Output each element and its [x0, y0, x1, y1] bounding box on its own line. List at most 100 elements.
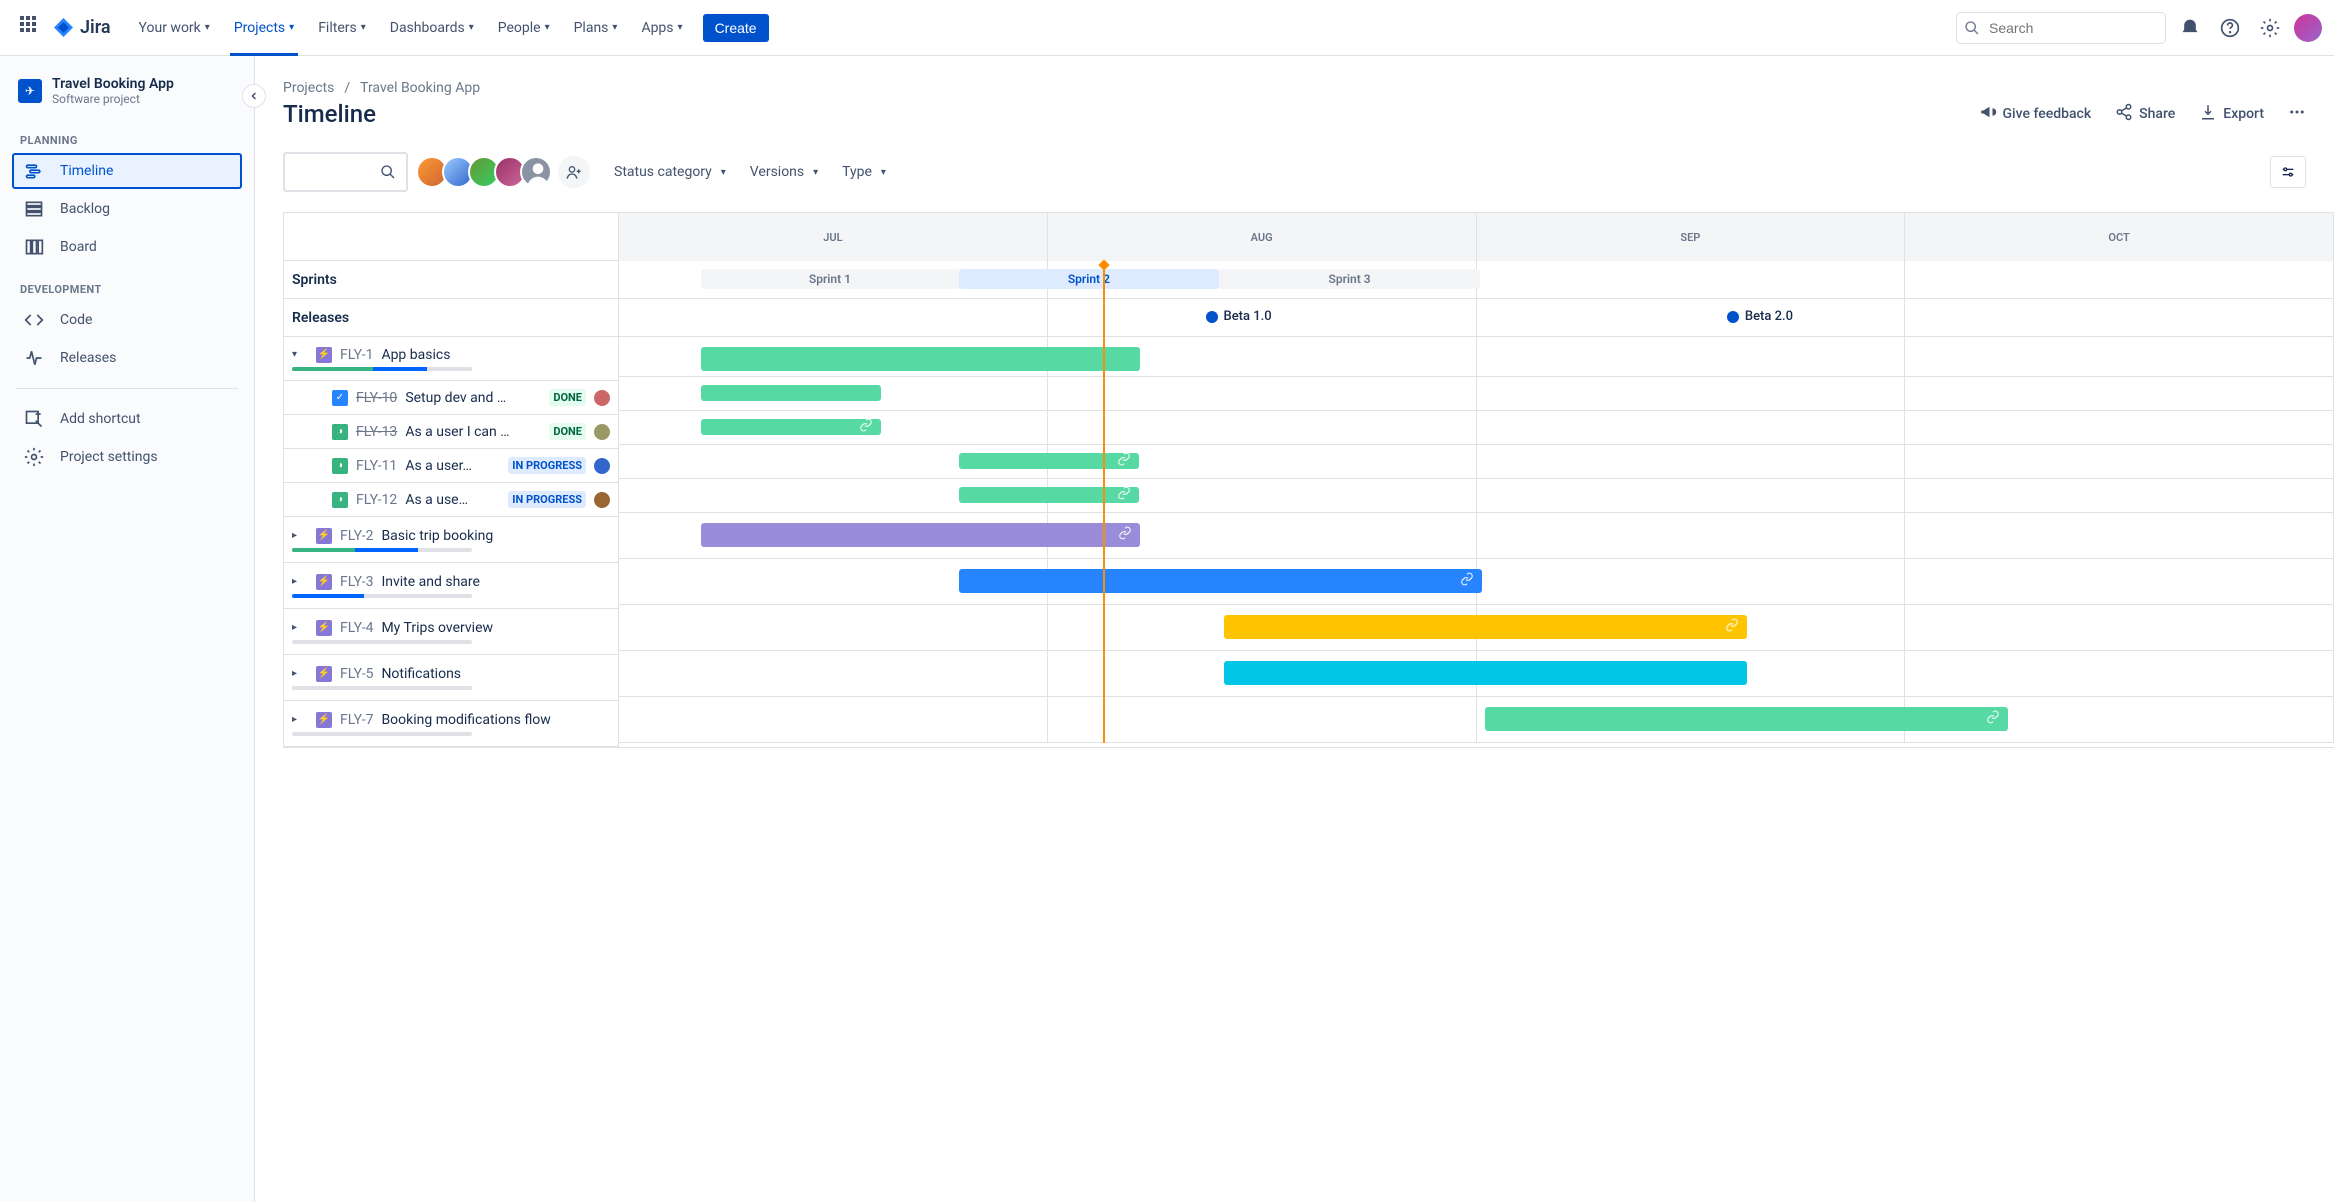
epic-row[interactable]: ▸⚡FLY-4My Trips overview [284, 609, 618, 655]
nav-projects[interactable]: Projects▾ [222, 0, 306, 56]
timeline-bar-row [619, 377, 2334, 411]
sidebar-item-releases[interactable]: Releases [12, 340, 242, 376]
release-dot-icon [1206, 311, 1218, 323]
timeline-bar[interactable] [1485, 707, 2008, 731]
release-marker[interactable]: Beta 1.0 [1206, 309, 1272, 324]
child-issue-row[interactable]: ✓FLY-10Setup dev and …DONE [284, 381, 618, 415]
child-issue-row[interactable]: ◑FLY-13As a user I can …DONE [284, 415, 618, 449]
sprint-pill[interactable]: Sprint 1 [701, 269, 958, 289]
epic-row[interactable]: ▸⚡FLY-3Invite and share [284, 563, 618, 609]
issue-key[interactable]: FLY-11 [356, 458, 397, 474]
filter-status-category[interactable]: Status category ▾ [614, 164, 726, 180]
issue-title: App basics [381, 347, 610, 363]
expand-icon[interactable]: ▸ [292, 530, 308, 541]
give-feedback-button[interactable]: Give feedback [1979, 103, 2092, 125]
avatar-unassigned[interactable] [520, 156, 552, 188]
release-marker[interactable]: Beta 2.0 [1727, 309, 1793, 324]
issue-key[interactable]: FLY-4 [340, 620, 373, 636]
timeline-bar[interactable] [959, 487, 1139, 503]
epic-row[interactable]: ▸⚡FLY-5Notifications [284, 655, 618, 701]
chevron-down-icon: ▾ [545, 22, 550, 33]
assignee-avatar[interactable] [594, 492, 610, 508]
progress-bar [292, 367, 472, 371]
issue-key[interactable]: FLY-1 [340, 347, 373, 363]
sidebar-item-board[interactable]: Board [12, 229, 242, 265]
nav-dashboards[interactable]: Dashboards▾ [378, 0, 486, 56]
sidebar-item-backlog[interactable]: Backlog [12, 191, 242, 227]
child-issue-row[interactable]: ◑FLY-12As a use…IN PROGRESS [284, 483, 618, 517]
child-issue-row[interactable]: ◑FLY-11As a user…IN PROGRESS [284, 449, 618, 483]
sprint-pill[interactable]: Sprint 3 [1219, 269, 1480, 289]
link-icon [1725, 618, 1739, 636]
more-icon [2288, 103, 2306, 125]
expand-icon[interactable]: ▸ [292, 714, 308, 725]
timeline-search[interactable] [283, 152, 408, 192]
create-button[interactable]: Create [703, 14, 769, 42]
collapse-sidebar-button[interactable] [242, 84, 266, 108]
nav-filters[interactable]: Filters▾ [306, 0, 378, 56]
sidebar-item-timeline[interactable]: Timeline [12, 153, 242, 189]
issue-key[interactable]: FLY-3 [340, 574, 373, 590]
nav-plans[interactable]: Plans▾ [562, 0, 630, 56]
search-input[interactable] [1956, 12, 2166, 44]
assignee-avatar[interactable] [594, 458, 610, 474]
month-sep: SEP [1477, 213, 1906, 261]
jira-logo[interactable]: Jira [52, 16, 111, 40]
global-search[interactable] [1956, 12, 2166, 44]
epic-row[interactable]: ▸⚡FLY-7Booking modifications flow [284, 701, 618, 747]
notifications-icon[interactable] [2174, 12, 2206, 44]
expand-icon[interactable]: ▸ [292, 622, 308, 633]
nav-apps[interactable]: Apps▾ [629, 0, 694, 56]
filter-versions[interactable]: Versions ▾ [750, 164, 818, 180]
sidebar-item-code[interactable]: Code [12, 302, 242, 338]
epic-icon: ⚡ [316, 528, 332, 544]
issue-key[interactable]: FLY-5 [340, 666, 373, 682]
assignee-avatar[interactable] [594, 424, 610, 440]
help-icon[interactable] [2214, 12, 2246, 44]
app-switcher-icon[interactable] [20, 16, 44, 40]
project-header[interactable]: ✈ Travel Booking App Software project [8, 76, 246, 118]
issue-key[interactable]: FLY-12 [356, 492, 397, 508]
timeline-bar[interactable] [701, 523, 1140, 547]
timeline-bar[interactable] [701, 347, 1140, 371]
assignee-avatars [422, 156, 552, 188]
chevron-down-icon: ▾ [469, 22, 474, 33]
issue-key[interactable]: FLY-10 [356, 390, 397, 406]
timeline-bar[interactable] [701, 419, 881, 435]
issue-key[interactable]: FLY-2 [340, 528, 373, 544]
timeline-bar-row [619, 697, 2334, 743]
breadcrumb-project[interactable]: Travel Booking App [360, 80, 480, 96]
settings-icon[interactable] [2254, 12, 2286, 44]
filter-type[interactable]: Type ▾ [842, 164, 886, 180]
epic-row[interactable]: ▾⚡FLY-1App basics [284, 337, 618, 381]
export-button[interactable]: Export [2199, 103, 2264, 125]
issue-key[interactable]: FLY-7 [340, 712, 373, 728]
sidebar-project-settings[interactable]: Project settings [12, 439, 242, 475]
more-actions-button[interactable] [2288, 103, 2306, 125]
timeline-bar[interactable] [959, 453, 1139, 469]
backlog-icon [24, 199, 48, 219]
expand-icon[interactable]: ▸ [292, 668, 308, 679]
timeline-bar-row [619, 411, 2334, 445]
assignee-avatar[interactable] [594, 390, 610, 406]
breadcrumb-projects[interactable]: Projects [283, 80, 334, 96]
expand-icon[interactable]: ▾ [292, 349, 308, 360]
nav-right [1956, 12, 2322, 44]
view-settings-button[interactable] [2270, 156, 2306, 188]
nav-your-work[interactable]: Your work▾ [127, 0, 222, 56]
link-icon [1986, 710, 2000, 728]
timeline-bar[interactable] [1224, 661, 1747, 685]
sprint-pill[interactable]: Sprint 2 [959, 269, 1220, 289]
issue-key[interactable]: FLY-13 [356, 424, 397, 440]
add-people-button[interactable] [558, 156, 590, 188]
epic-row[interactable]: ▸⚡FLY-2Basic trip booking [284, 517, 618, 563]
sprints-header: Sprints [284, 272, 337, 288]
profile-avatar[interactable] [2294, 14, 2322, 42]
sidebar-add-shortcut[interactable]: Add shortcut [12, 401, 242, 437]
nav-people[interactable]: People▾ [486, 0, 562, 56]
timeline-bar[interactable] [701, 385, 881, 401]
expand-icon[interactable]: ▸ [292, 576, 308, 587]
timeline-bar[interactable] [1224, 615, 1747, 639]
timeline-bar[interactable] [959, 569, 1482, 593]
share-button[interactable]: Share [2115, 103, 2175, 125]
